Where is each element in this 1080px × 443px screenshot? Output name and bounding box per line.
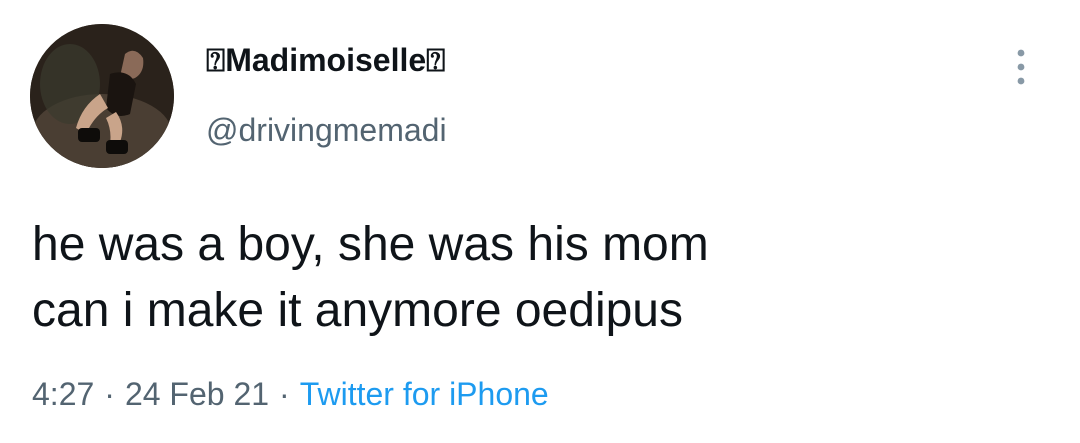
tweet-time[interactable]: 4:27 — [32, 376, 94, 412]
tweet-text-line: can i make it anymore oedipus — [32, 284, 683, 337]
tweet-text-line: he was a boy, she was his mom — [32, 218, 709, 271]
more-options-button[interactable] — [1006, 44, 1036, 90]
display-name[interactable]: ⍰Madimoiselle⍰ — [206, 40, 445, 80]
tweet-card: ⍰Madimoiselle⍰ @drivingmemadi he was a b… — [0, 0, 1080, 443]
tweet-source-link[interactable]: Twitter for iPhone — [300, 376, 549, 412]
avatar[interactable] — [30, 24, 174, 168]
separator-dot: · — [104, 376, 115, 412]
tweet-date[interactable]: 24 Feb 21 — [125, 376, 269, 412]
separator-dot: · — [279, 376, 290, 412]
user-handle[interactable]: @drivingmemadi — [206, 110, 447, 150]
tweet-text: he was a boy, she was his mom can i make… — [32, 212, 1032, 344]
tweet-metadata: 4:27 · 24 Feb 21 · Twitter for iPhone — [32, 372, 549, 416]
avatar-photo — [30, 24, 174, 168]
more-vertical-icon — [1017, 49, 1025, 85]
